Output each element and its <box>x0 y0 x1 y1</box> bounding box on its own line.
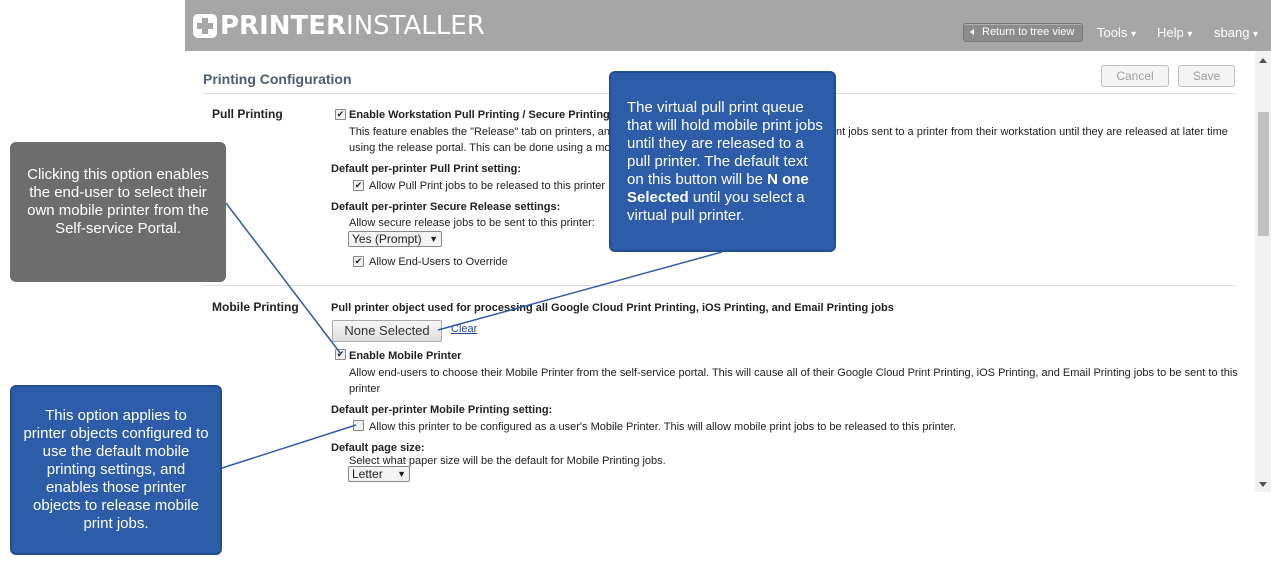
blue-callout-line-bottom <box>221 424 357 469</box>
callout-virtual-queue: The virtual pull print queue that will h… <box>609 71 836 252</box>
blue-callout-line-top <box>437 251 723 331</box>
callout-enable-mobile: Clicking this option enables the end-use… <box>10 142 226 282</box>
callout-default-mobile-setting: This option applies to printer objects c… <box>10 385 222 555</box>
gray-callout-line <box>225 202 342 355</box>
